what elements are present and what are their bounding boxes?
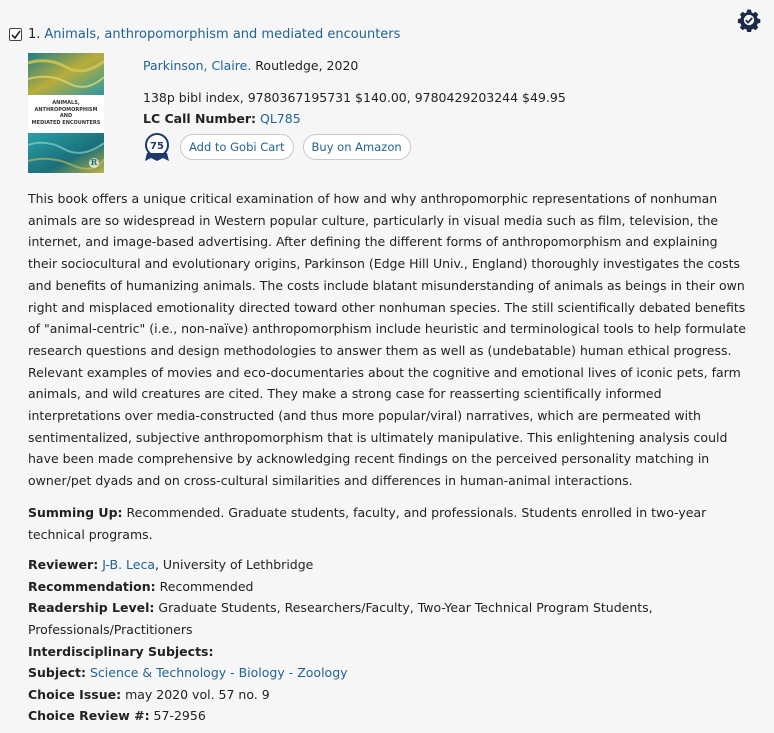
review-details: Reviewer: J-B. Leca, University of Lethb…	[28, 554, 746, 727]
lc-call-number-label: LC Call Number:	[143, 111, 256, 126]
review-text: This book offers a unique critical exami…	[28, 191, 746, 489]
recommendation-value: Recommended	[155, 578, 254, 594]
choice-issue-value: may 2020 vol. 57 no. 9	[121, 686, 270, 702]
author-publisher-line: Parkinson, Claire. Routledge, 2020	[143, 58, 358, 74]
cover-title: ANIMALS, ANTHROPOMORPHISM AND MEDIATED E…	[31, 100, 101, 126]
choice-review-number-label: Choice Review #:	[28, 708, 150, 724]
reviewer-link[interactable]: J-B. Leca	[102, 557, 155, 572]
readership-row: Readership Level: Graduate Students, Res…	[28, 597, 746, 640]
rating-badge-number: 75	[150, 141, 164, 152]
summing-up-text: Recommended. Graduate students, faculty,…	[28, 504, 707, 542]
checkmark-icon	[10, 30, 21, 39]
select-checkbox[interactable]	[9, 28, 22, 41]
summing-up-label: Summing Up:	[28, 504, 123, 520]
pub-details: 138p bibl index, 9780367195731 $140.00, …	[143, 90, 566, 105]
subject-link[interactable]: Science & Technology - Biology - Zoology	[90, 665, 348, 680]
reviewer-label: Reviewer:	[28, 557, 99, 573]
summing-up: Summing Up: Recommended. Graduate studen…	[28, 502, 746, 545]
interdisciplinary-row: Interdisciplinary Subjects:	[28, 641, 746, 663]
reviewer-row: Reviewer: J-B. Leca, University of Lethb…	[28, 554, 746, 576]
record-actions: 75 Add to Gobi Cart Buy on Amazon	[141, 131, 420, 163]
lc-call-number-line: LC Call Number: QL785	[143, 111, 301, 127]
cover-publisher-logo: R	[90, 157, 98, 167]
subject-row: Subject: Science & Technology - Biology …	[28, 662, 746, 684]
author-link[interactable]: Parkinson, Claire.	[143, 58, 251, 73]
publisher-text: Routledge, 2020	[255, 58, 359, 73]
gear-icon[interactable]	[737, 8, 761, 32]
review-content: This book offers a unique critical exami…	[28, 188, 746, 727]
choice-review-number-value: 57-2956	[149, 708, 206, 724]
choice-issue-label: Choice Issue:	[28, 686, 122, 702]
choice-review-number-row: Choice Review #: 57-2956	[28, 705, 746, 727]
interdisciplinary-label: Interdisciplinary Subjects:	[28, 643, 214, 659]
book-cover-image[interactable]: ANIMALS, ANTHROPOMORPHISM AND MEDIATED E…	[28, 53, 104, 173]
record-number: 1.	[28, 27, 41, 42]
reviewer-affiliation: , University of Lethbridge	[154, 557, 314, 573]
recommendation-label: Recommendation:	[28, 578, 156, 594]
subject-label: Subject:	[28, 665, 86, 681]
lc-call-number-link[interactable]: QL785	[260, 111, 301, 126]
add-to-gobi-cart-button[interactable]: Add to Gobi Cart	[180, 134, 294, 160]
record-title-link[interactable]: Animals, anthropomorphism and mediated e…	[44, 27, 400, 42]
record-title-row: 1. Animals, anthropomorphism and mediate…	[9, 27, 400, 42]
buy-on-amazon-button[interactable]: Buy on Amazon	[302, 134, 411, 160]
choice-issue-row: Choice Issue: may 2020 vol. 57 no. 9	[28, 684, 746, 706]
readership-label: Readership Level:	[28, 600, 155, 616]
rating-badge-icon: 75	[145, 133, 169, 161]
recommendation-row: Recommendation: Recommended	[28, 576, 746, 598]
